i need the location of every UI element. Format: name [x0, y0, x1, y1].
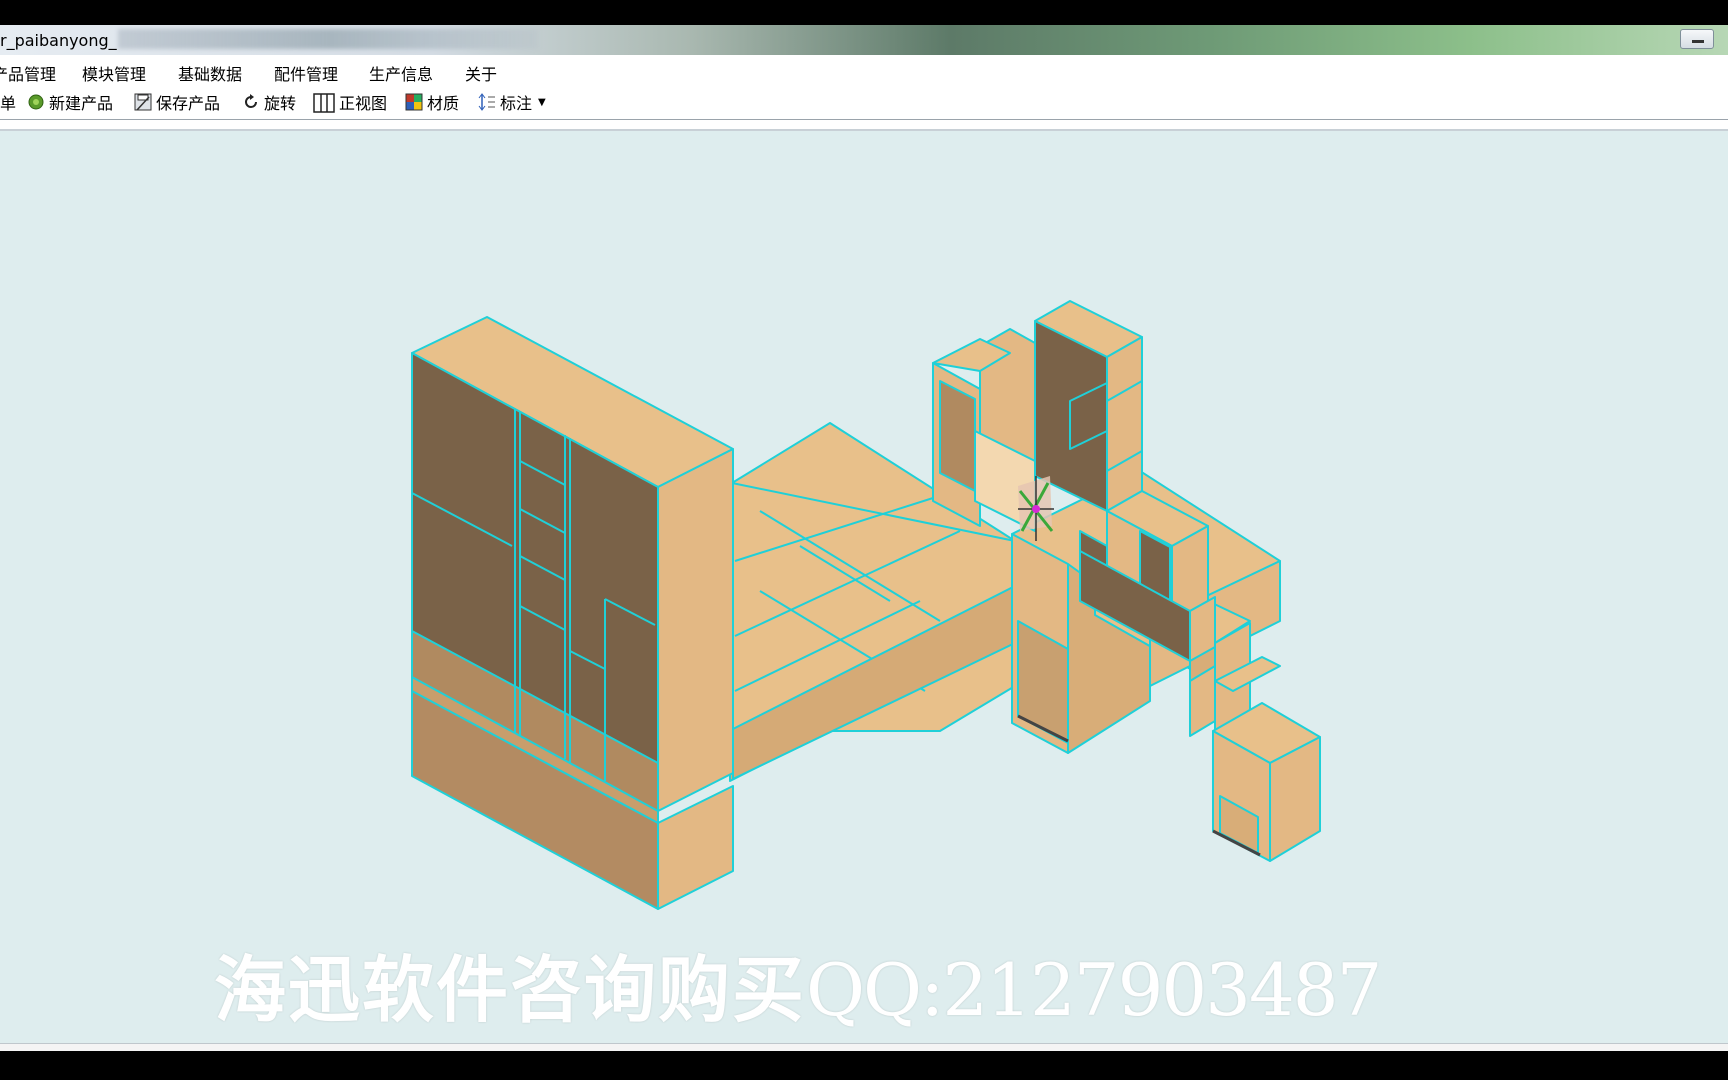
chevron-down-icon[interactable]: ▼ [538, 97, 546, 108]
save-icon [134, 93, 152, 111]
wardrobe-side [657, 448, 734, 812]
save-product-button[interactable]: 保存产品 [134, 91, 220, 113]
title-blur [118, 29, 538, 49]
front-view-label: 正视图 [339, 94, 388, 113]
watermark-text: 海迅软件咨询购买QQ:2127903487 [214, 931, 1382, 1036]
dimension-button[interactable]: 标注 ▼ [478, 91, 546, 113]
furniture-model [411, 300, 1321, 910]
menu-basic-data[interactable]: 基础数据 [178, 61, 242, 85]
new-product-button[interactable]: 新建产品 [27, 91, 113, 113]
minimize-button[interactable] [1680, 29, 1714, 49]
menu-production[interactable]: 生产信息 [369, 61, 433, 85]
toolbar: 单 新建产品 保存产品 旋转 正视图 材质 标注 ▼ [0, 85, 1728, 120]
dimension-label: 标注 [500, 94, 533, 113]
tool-list-label: 单 [0, 94, 17, 113]
rotate-label: 旋转 [264, 94, 297, 113]
rotate-icon [242, 93, 260, 111]
app-window: r_paibanyong_ 产品管理 模块管理 基础数据 配件管理 生产信息 关… [0, 25, 1728, 1051]
menu-bar: 产品管理 模块管理 基础数据 配件管理 生产信息 关于 [0, 55, 1728, 85]
front-view-button[interactable]: 正视图 [313, 91, 387, 113]
3d-viewport[interactable]: 海迅软件咨询购买QQ:2127903487 [0, 129, 1728, 1045]
window-title: r_paibanyong_ [0, 31, 117, 50]
rotate-button[interactable]: 旋转 [242, 91, 296, 113]
watermark-qq: QQ:2127903487 [806, 948, 1382, 1032]
menu-product[interactable]: 产品管理 [0, 61, 56, 85]
menu-module[interactable]: 模块管理 [82, 61, 146, 85]
front-view-icon [313, 93, 335, 113]
menu-accessory[interactable]: 配件管理 [274, 61, 338, 85]
dimension-icon [478, 93, 496, 111]
menu-about[interactable]: 关于 [465, 61, 497, 85]
status-strip [0, 1043, 1728, 1051]
save-product-label: 保存产品 [156, 94, 221, 113]
material-icon [405, 93, 423, 111]
watermark-cn: 海迅软件咨询购买 [214, 947, 807, 1032]
material-button[interactable]: 材质 [405, 91, 459, 113]
title-bar: r_paibanyong_ [0, 25, 1728, 55]
new-product-icon [27, 93, 45, 111]
tool-list[interactable]: 单 [0, 91, 16, 113]
new-product-label: 新建产品 [49, 94, 114, 113]
material-label: 材质 [427, 94, 460, 113]
